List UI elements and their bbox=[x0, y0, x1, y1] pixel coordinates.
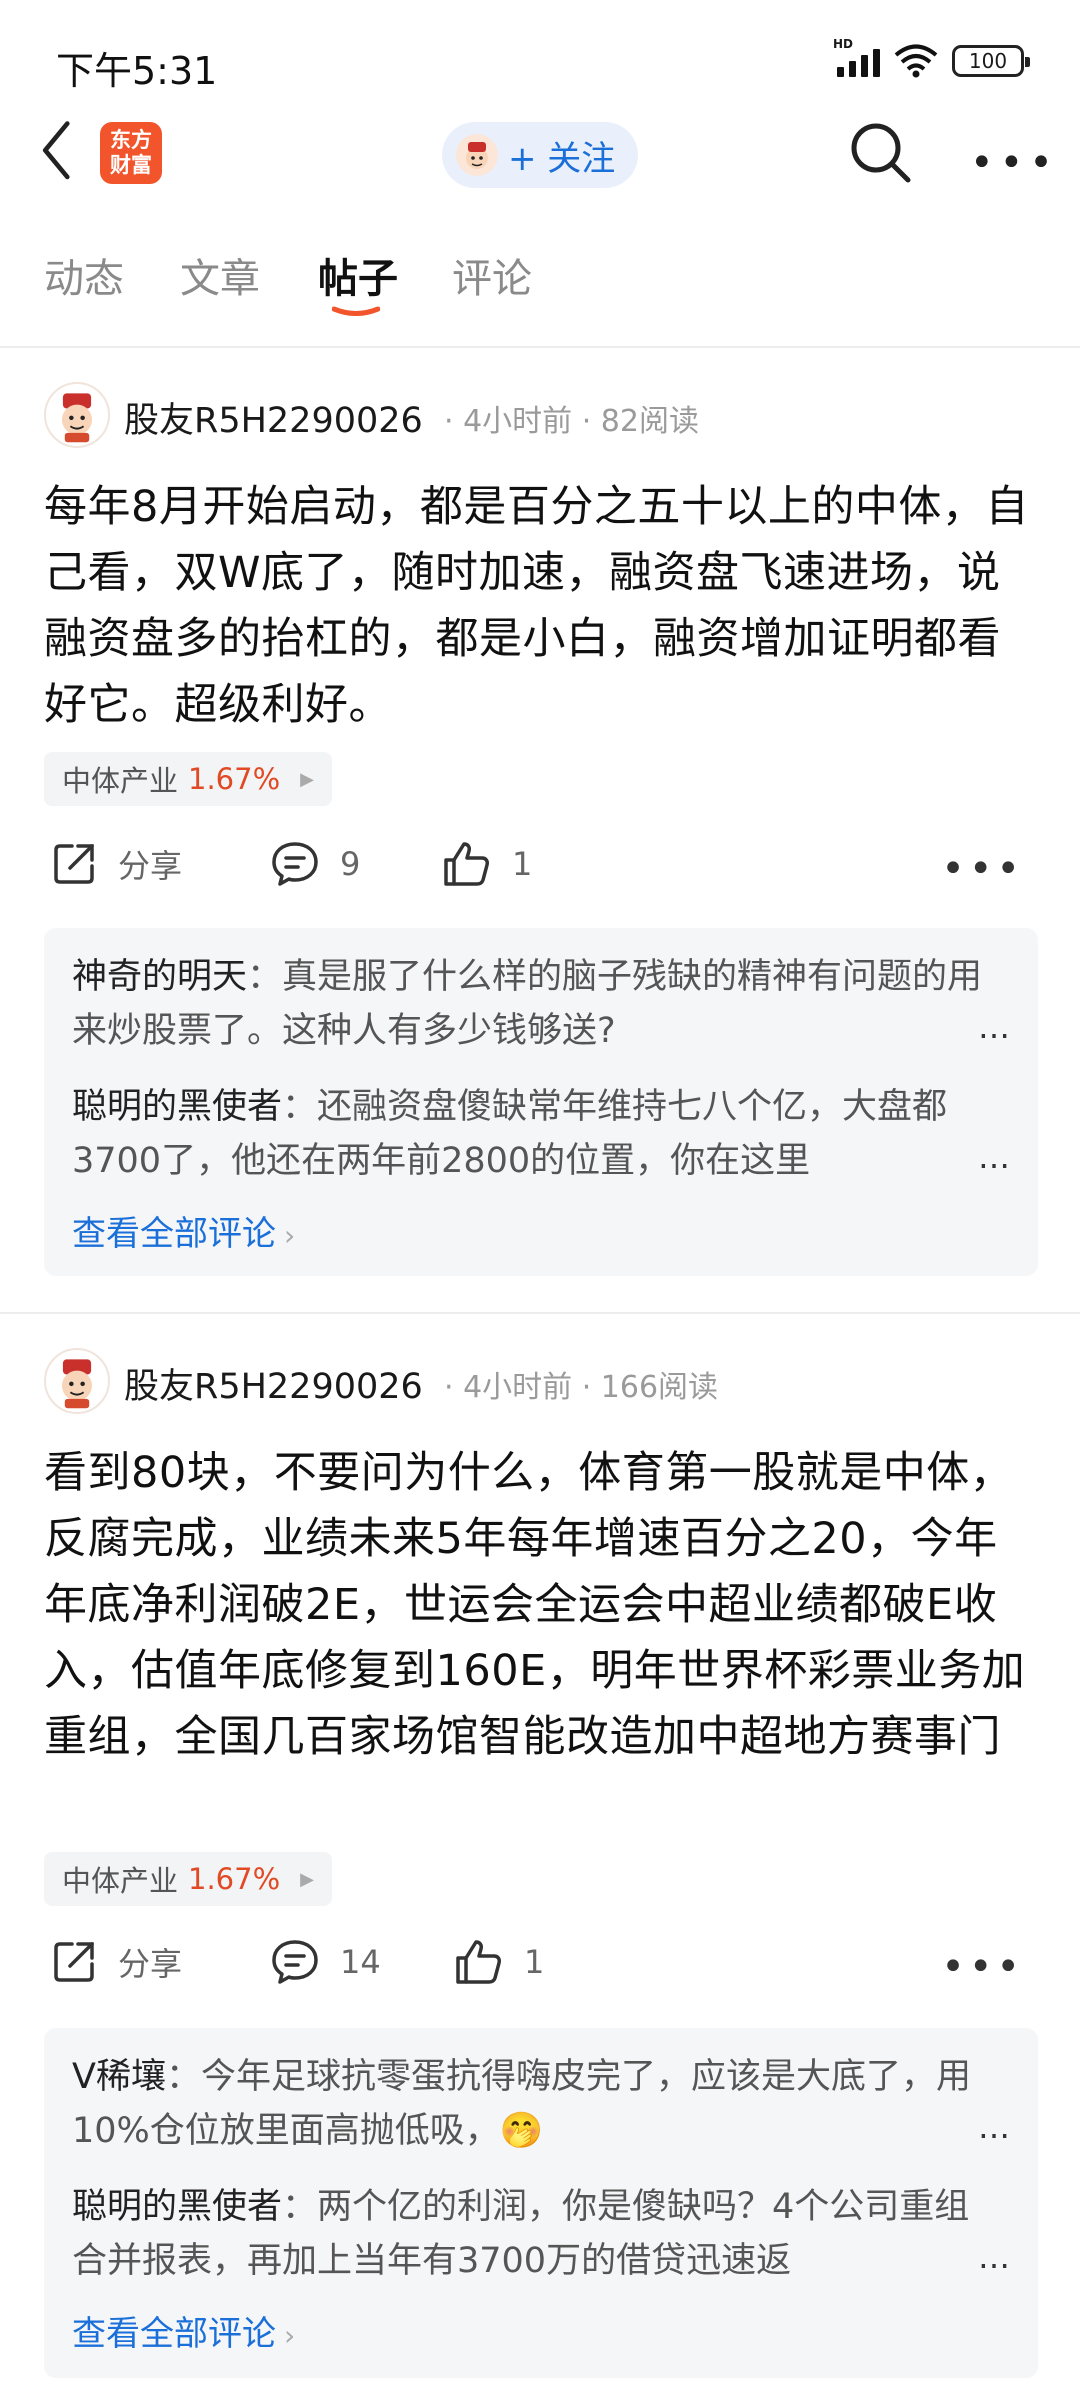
share-button[interactable]: 分享 bbox=[50, 1938, 182, 1986]
commenter-name[interactable]: 聪明的黑使者 bbox=[72, 1087, 282, 1127]
ellipsis-icon: … bbox=[978, 1008, 1010, 1046]
post-actions: 分享 14 1 ••• bbox=[0, 1938, 1080, 2008]
stock-change: 1.67% bbox=[188, 1862, 281, 1896]
avatar[interactable] bbox=[44, 1348, 110, 1414]
comment-item: 聪明的黑使者：两个亿的利润，你是傻缺吗？4个公司重组合并报表，再加上当年有370… bbox=[72, 2187, 970, 2281]
share-icon bbox=[54, 844, 94, 884]
read-count: 166阅读 bbox=[600, 1370, 719, 1405]
status-icons: HD 100 bbox=[833, 37, 1030, 78]
comment-icon bbox=[272, 842, 318, 886]
emoji-icon: 🤭 bbox=[499, 2111, 544, 2151]
commenter-name[interactable]: V稀壤 bbox=[72, 2057, 166, 2097]
chevron-right-icon: ▶ bbox=[300, 768, 314, 790]
post-body[interactable]: 看到80块，不要问为什么，体育第一股就是中体，反腐完成，业绩未来5年每年增速百分… bbox=[44, 1440, 1038, 1770]
follow-label: + 关注 bbox=[508, 138, 616, 179]
logo-line-2: 财富 bbox=[110, 153, 152, 177]
tab-bar: 动态 文章 帖子 评论 bbox=[0, 240, 1080, 348]
comment-preview[interactable]: 神奇的明天：真是服了什么样的脑子残缺的精神有问题的用来炒股票了。这种人有多少钱够… bbox=[44, 928, 1038, 1276]
comment-button[interactable]: 14 bbox=[270, 1938, 381, 1986]
post-body[interactable]: 每年8月开始启动，都是百分之五十以上的中体，自己看，双W底了，随时加速，融资盘飞… bbox=[44, 474, 1038, 738]
more-options-icon[interactable]: ••• bbox=[941, 846, 1024, 892]
stock-name: 中体产业 bbox=[62, 1864, 179, 1898]
brand-logo[interactable]: 东方 财富 bbox=[100, 122, 162, 184]
comment-item: 聪明的黑使者：还融资盘傻缺常年维持七八个亿，大盘都3700了，他还在两年前280… bbox=[72, 1087, 948, 1181]
post-time: · 4小时前 · 166阅读 bbox=[444, 1370, 719, 1405]
thumbs-up-icon bbox=[456, 1940, 501, 1984]
stock-chip[interactable]: 中体产业 1.67% ▶ bbox=[44, 752, 332, 806]
author-name[interactable]: 股友R5H2290026 bbox=[124, 1358, 423, 1409]
post-card[interactable]: 股友R5H2290026 · 4小时前 · 166阅读 看到80块，不要问为什么… bbox=[0, 1316, 1080, 2400]
stock-chip[interactable]: 中体产业 1.67% ▶ bbox=[44, 1852, 332, 1906]
comment-item: V稀壤：今年足球抗零蛋抗得嗨皮完了，应该是大底了，用10%仓位放里面高抛低吸，🤭 bbox=[72, 2057, 971, 2151]
tab-comments[interactable]: 评论 bbox=[452, 246, 532, 304]
view-all-comments-link[interactable]: 查看全部评论 › bbox=[72, 2306, 295, 2355]
commenter-name[interactable]: 聪明的黑使者 bbox=[72, 2187, 282, 2227]
view-all-label: 查看全部评论 bbox=[72, 2314, 276, 2354]
battery-icon: 100 bbox=[952, 45, 1030, 77]
comment-count: 14 bbox=[340, 1943, 381, 1981]
search-icon[interactable] bbox=[846, 118, 916, 188]
comment-item: 神奇的明天：真是服了什么样的脑子残缺的精神有问题的用来炒股票了。这种人有多少钱够… bbox=[72, 957, 983, 1051]
back-icon[interactable] bbox=[36, 116, 82, 190]
tab-dynamics[interactable]: 动态 bbox=[44, 246, 124, 304]
tab-active-indicator bbox=[332, 306, 380, 316]
post-time-text: 4小时前 bbox=[463, 1370, 573, 1405]
tab-posts[interactable]: 帖子 bbox=[318, 246, 398, 316]
share-label: 分享 bbox=[118, 847, 183, 885]
stock-change: 1.67% bbox=[188, 762, 281, 796]
thumbs-up-icon bbox=[444, 842, 489, 886]
share-button[interactable]: 分享 bbox=[50, 840, 182, 888]
comment-icon bbox=[272, 1940, 318, 1984]
avatar[interactable] bbox=[44, 382, 110, 448]
avatar bbox=[456, 134, 498, 176]
like-count: 1 bbox=[524, 1943, 545, 1981]
chevron-right-icon: › bbox=[284, 2319, 296, 2352]
follow-button[interactable]: + 关注 bbox=[442, 122, 638, 188]
share-label: 分享 bbox=[118, 1945, 183, 1983]
signal-icon: HD bbox=[833, 37, 880, 77]
comment-count: 9 bbox=[340, 845, 361, 883]
status-bar: 下午5:31 HD 100 bbox=[0, 0, 1080, 120]
divider bbox=[0, 1312, 1080, 1314]
stock-name: 中体产业 bbox=[62, 764, 179, 798]
more-options-icon[interactable]: ••• bbox=[970, 140, 1059, 186]
ellipsis-icon: … bbox=[978, 2108, 1010, 2146]
logo-line-1: 东方 bbox=[110, 128, 152, 152]
chevron-right-icon: › bbox=[284, 1219, 296, 1252]
view-all-label: 查看全部评论 bbox=[72, 1214, 276, 1254]
share-icon bbox=[54, 1942, 94, 1982]
more-options-icon[interactable]: ••• bbox=[941, 1944, 1024, 1990]
view-all-comments-link[interactable]: 查看全部评论 › bbox=[72, 1206, 295, 1255]
comment-button[interactable]: 9 bbox=[270, 840, 360, 888]
post-time: · 4小时前 · 82阅读 bbox=[444, 404, 699, 439]
tab-posts-label: 帖子 bbox=[318, 256, 398, 302]
chevron-right-icon: ▶ bbox=[300, 1868, 314, 1890]
read-count: 82阅读 bbox=[600, 404, 699, 439]
comment-preview[interactable]: V稀壤：今年足球抗零蛋抗得嗨皮完了，应该是大底了，用10%仓位放里面高抛低吸，🤭… bbox=[44, 2028, 1038, 2378]
like-button[interactable]: 1 bbox=[442, 840, 532, 888]
like-button[interactable]: 1 bbox=[454, 1938, 544, 1986]
ellipsis-icon: … bbox=[978, 2238, 1010, 2276]
commenter-name[interactable]: 神奇的明天 bbox=[72, 957, 247, 997]
network-type: HD bbox=[833, 37, 854, 51]
status-time: 下午5:31 bbox=[56, 49, 218, 93]
like-count: 1 bbox=[512, 845, 533, 883]
wifi-icon bbox=[894, 44, 938, 78]
battery-level: 100 bbox=[968, 49, 1008, 73]
tab-articles[interactable]: 文章 bbox=[180, 246, 260, 304]
post-time-text: 4小时前 bbox=[463, 404, 573, 439]
post-actions: 分享 9 1 ••• bbox=[0, 840, 1080, 910]
author-name[interactable]: 股友R5H2290026 bbox=[124, 392, 423, 443]
post-card[interactable]: 股友R5H2290026 · 4小时前 · 82阅读 每年8月开始启动，都是百分… bbox=[0, 350, 1080, 1280]
ellipsis-icon: … bbox=[978, 1138, 1010, 1176]
